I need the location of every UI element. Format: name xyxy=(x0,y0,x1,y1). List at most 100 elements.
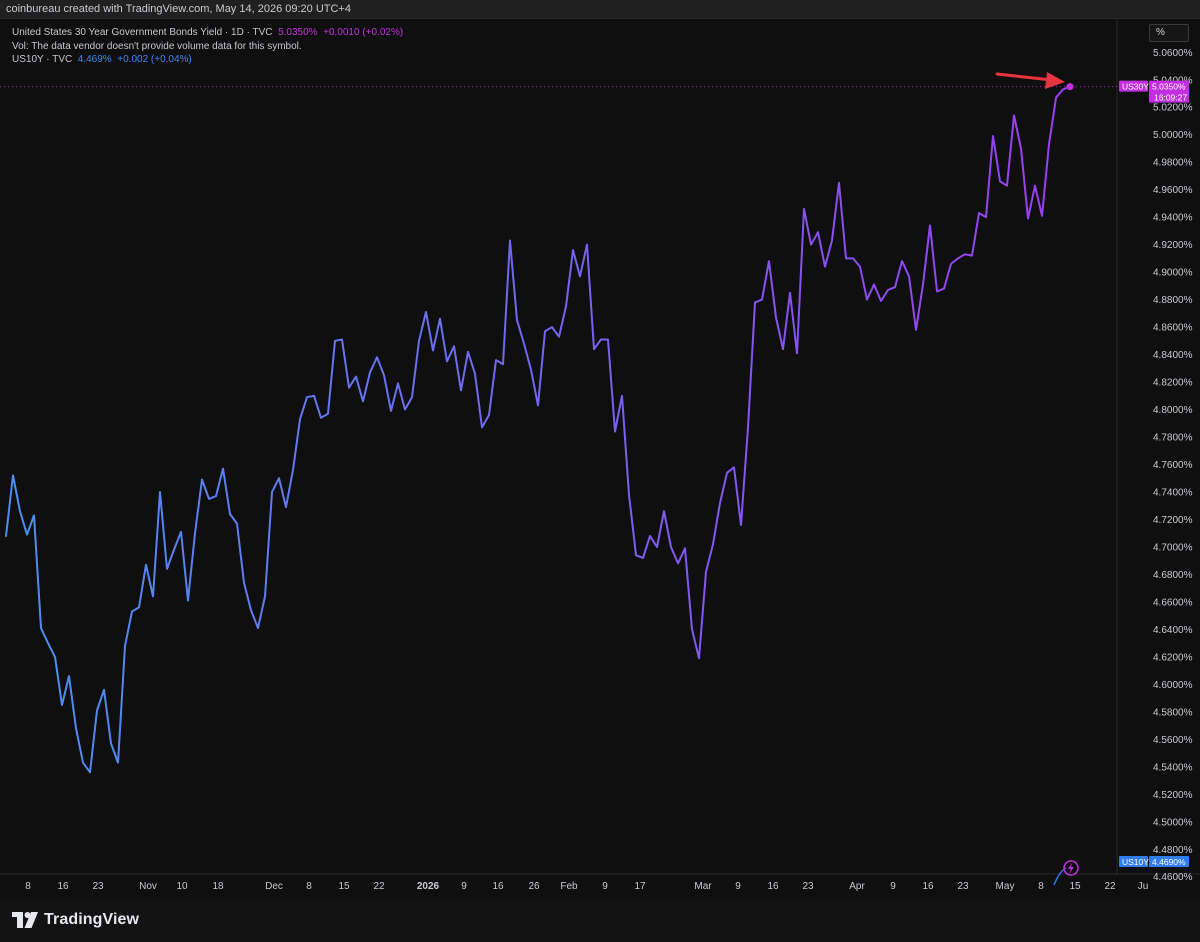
data-point[interactable] xyxy=(816,230,820,234)
data-point[interactable] xyxy=(578,274,582,278)
data-point[interactable] xyxy=(473,372,477,376)
data-point[interactable] xyxy=(382,373,386,377)
data-point[interactable] xyxy=(207,497,211,501)
data-point[interactable] xyxy=(725,471,729,475)
data-point[interactable] xyxy=(389,409,393,413)
data-point[interactable] xyxy=(676,561,680,565)
data-point[interactable] xyxy=(494,358,498,362)
data-point[interactable] xyxy=(424,310,428,314)
data-point[interactable] xyxy=(928,223,932,227)
data-point[interactable] xyxy=(571,248,575,252)
data-point[interactable] xyxy=(487,413,491,417)
data-point[interactable] xyxy=(641,556,645,560)
data-point[interactable] xyxy=(417,339,421,343)
data-point[interactable] xyxy=(1005,184,1009,188)
data-point[interactable] xyxy=(403,408,407,412)
data-point[interactable] xyxy=(1026,217,1030,221)
data-point[interactable] xyxy=(1061,87,1065,91)
data-point[interactable] xyxy=(543,329,547,333)
data-point[interactable] xyxy=(613,430,617,434)
data-point[interactable] xyxy=(438,317,442,321)
data-point[interactable] xyxy=(704,570,708,574)
legend-row-us30y[interactable]: United States 30 Year Government Bonds Y… xyxy=(12,26,403,40)
data-point[interactable] xyxy=(564,305,568,309)
data-point[interactable] xyxy=(452,344,456,348)
data-point[interactable] xyxy=(375,355,379,359)
data-point[interactable] xyxy=(431,349,435,353)
data-point[interactable] xyxy=(102,688,106,692)
data-point[interactable] xyxy=(459,388,463,392)
chart-svg[interactable]: 5.0600%5.0400%5.0200%5.0000%4.9800%4.960… xyxy=(0,19,1200,900)
data-point[interactable] xyxy=(95,709,99,713)
data-point[interactable] xyxy=(109,742,113,746)
data-point[interactable] xyxy=(319,416,323,420)
data-point[interactable] xyxy=(802,207,806,211)
data-point[interactable] xyxy=(186,599,190,603)
data-point[interactable] xyxy=(1054,96,1058,100)
data-point[interactable] xyxy=(942,287,946,291)
data-point[interactable] xyxy=(690,627,694,631)
data-point[interactable] xyxy=(634,553,638,557)
data-point[interactable] xyxy=(277,476,281,480)
data-point[interactable] xyxy=(627,493,631,497)
data-point[interactable] xyxy=(655,545,659,549)
data-point[interactable] xyxy=(144,563,148,567)
data-point[interactable] xyxy=(963,252,967,256)
data-point[interactable] xyxy=(907,274,911,278)
data-point[interactable] xyxy=(284,505,288,509)
data-point[interactable] xyxy=(970,254,974,258)
data-point[interactable] xyxy=(718,501,722,505)
chart-area[interactable]: 5.0600%5.0400%5.0200%5.0000%4.9800%4.960… xyxy=(0,18,1200,900)
tradingview-logo[interactable]: TradingView xyxy=(12,908,139,932)
data-point[interactable] xyxy=(88,770,92,774)
data-point[interactable] xyxy=(312,394,316,398)
data-point[interactable] xyxy=(732,465,736,469)
data-point[interactable] xyxy=(368,370,372,374)
data-point[interactable] xyxy=(830,239,834,243)
data-point[interactable] xyxy=(914,328,918,332)
data-point[interactable] xyxy=(361,399,365,403)
data-point[interactable] xyxy=(445,359,449,363)
data-point[interactable] xyxy=(158,490,162,494)
data-point[interactable] xyxy=(67,674,71,678)
data-point[interactable] xyxy=(809,243,813,247)
data-point[interactable] xyxy=(935,289,939,293)
data-point[interactable] xyxy=(1047,142,1051,146)
data-point[interactable] xyxy=(900,259,904,263)
data-point[interactable] xyxy=(585,243,589,247)
data-point[interactable] xyxy=(823,265,827,269)
data-point[interactable] xyxy=(340,338,344,342)
data-point[interactable] xyxy=(466,350,470,354)
data-point[interactable] xyxy=(536,403,540,407)
data-point[interactable] xyxy=(1040,214,1044,218)
data-point[interactable] xyxy=(291,468,295,472)
data-point[interactable] xyxy=(263,594,267,598)
data-point[interactable] xyxy=(529,368,533,372)
data-point[interactable] xyxy=(746,425,750,429)
data-point[interactable] xyxy=(774,316,778,320)
data-point[interactable] xyxy=(550,325,554,329)
data-point[interactable] xyxy=(592,347,596,351)
data-point[interactable] xyxy=(1019,147,1023,151)
data-point[interactable] xyxy=(410,395,414,399)
data-point[interactable] xyxy=(354,375,358,379)
data-point[interactable] xyxy=(46,641,50,645)
data-point[interactable] xyxy=(648,534,652,538)
data-point[interactable] xyxy=(977,211,981,215)
data-point[interactable] xyxy=(606,338,610,342)
legend-row-us10y[interactable]: US10Y · TVC 4.469% +0.002 (+0.04%) xyxy=(12,53,403,67)
data-point[interactable] xyxy=(879,299,883,303)
data-point[interactable] xyxy=(522,342,526,346)
data-point[interactable] xyxy=(347,386,351,390)
data-point[interactable] xyxy=(39,626,43,630)
data-point[interactable] xyxy=(711,542,715,546)
data-point[interactable] xyxy=(25,533,29,537)
data-point[interactable] xyxy=(172,548,176,552)
data-point[interactable] xyxy=(228,512,232,516)
data-point[interactable] xyxy=(858,265,862,269)
data-point[interactable] xyxy=(1012,114,1016,118)
data-point[interactable] xyxy=(214,494,218,498)
data-point[interactable] xyxy=(333,339,337,343)
data-point[interactable] xyxy=(872,283,876,287)
data-point[interactable] xyxy=(956,256,960,260)
